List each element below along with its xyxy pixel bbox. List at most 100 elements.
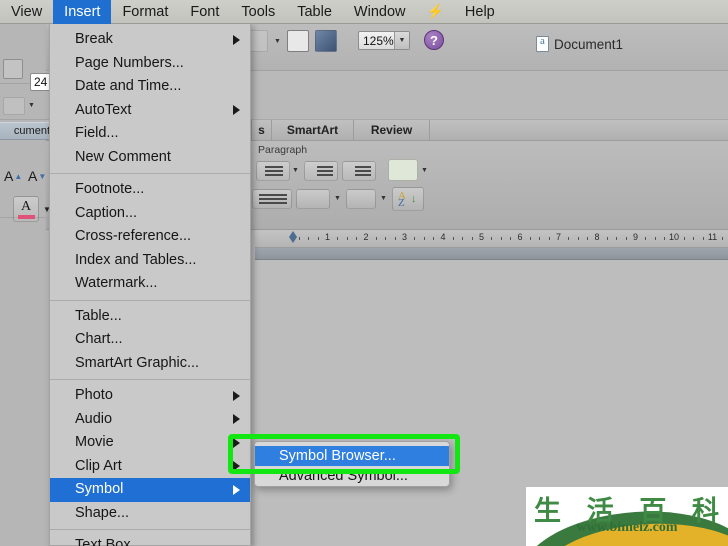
menu-item-index-and-tables[interactable]: Index and Tables...	[50, 249, 250, 273]
shrink-font-button[interactable]: A ▼	[28, 168, 46, 184]
zoom-level-value: 125%	[363, 33, 394, 48]
font-name-chevron-icon[interactable]: ▼	[28, 102, 35, 109]
numbered-list-chevron-icon[interactable]: ▼	[292, 167, 299, 174]
zoom-dropdown-arrow-icon[interactable]: ▼	[394, 32, 409, 49]
tab-smartart[interactable]: SmartArt	[272, 120, 354, 140]
submenu-arrow-icon	[233, 414, 240, 425]
font-name-box[interactable]	[3, 96, 25, 115]
menu-item-symbol[interactable]: Symbol	[50, 478, 250, 502]
menu-item-label: Audio	[75, 410, 113, 427]
ruler-tick	[452, 237, 454, 240]
insert-dropdown-menu[interactable]: Break Page Numbers... Date and Time... Auto…	[49, 23, 251, 546]
borders-button[interactable]	[346, 189, 376, 209]
submenu-arrow-icon	[233, 437, 240, 448]
toolbar-standard-group: ▼	[246, 30, 337, 52]
ruler-number: 2	[363, 232, 369, 242]
help-button[interactable]: ?	[424, 30, 444, 50]
menu-item-cross-reference[interactable]: Cross-reference...	[50, 225, 250, 249]
menu-item-page-numbers[interactable]: Page Numbers...	[50, 52, 250, 76]
text-highlight-button[interactable]: A	[13, 196, 39, 222]
table-tool-icon[interactable]	[286, 30, 309, 52]
ruler-tick	[298, 237, 300, 240]
sort-button[interactable]	[296, 189, 330, 209]
menu-item-break[interactable]: Break	[50, 28, 250, 52]
ruler-tick	[702, 237, 704, 240]
submenu-arrow-icon	[233, 34, 240, 45]
indent-marker[interactable]	[289, 230, 298, 247]
menu-item-field[interactable]: Field...	[50, 122, 250, 146]
media-browser-icon[interactable]	[314, 30, 337, 52]
ruler-secondary-bar	[255, 248, 728, 260]
submenu-arrow-icon	[233, 390, 240, 401]
menu-window[interactable]: Window	[343, 0, 417, 24]
symbol-submenu[interactable]: Symbol Browser... Advanced Symbol...	[254, 441, 450, 487]
ruler-tick	[375, 237, 377, 240]
horizontal-ruler[interactable]: 1 2 3 4 5 6 7 8 9 10 11	[255, 230, 728, 248]
menu-item-date-and-time[interactable]: Date and Time...	[50, 75, 250, 99]
menu-separator	[50, 173, 250, 174]
numbered-list-button[interactable]	[256, 161, 290, 181]
menu-table[interactable]: Table	[286, 0, 343, 24]
zoom-level-field[interactable]: 125% ▼	[358, 31, 410, 50]
decrease-indent-button[interactable]	[304, 161, 338, 181]
menu-item-footnote[interactable]: Footnote...	[50, 178, 250, 202]
sort-az-button[interactable]: A Z ↓	[392, 187, 424, 211]
menu-item-label: Page Numbers...	[75, 54, 184, 71]
chevron-down-icon[interactable]: ▼	[274, 38, 281, 45]
menu-font[interactable]: Font	[179, 0, 230, 24]
line-spacing-button[interactable]	[252, 189, 292, 209]
ruler-tick	[693, 237, 695, 240]
menu-item-table[interactable]: Table...	[50, 305, 250, 329]
menu-item-label: Symbol	[75, 481, 124, 497]
ruler-tick	[491, 237, 493, 240]
document-tab[interactable]: cument	[0, 122, 52, 140]
menu-item-new-comment[interactable]: New Comment	[50, 146, 250, 170]
sort-chevron-icon[interactable]: ▼	[334, 195, 341, 202]
menu-insert[interactable]: Insert	[53, 0, 112, 24]
columns-button[interactable]	[388, 159, 418, 181]
submenu-item-advanced-symbol[interactable]: Advanced Symbol...	[255, 466, 449, 486]
menu-view[interactable]: View	[0, 0, 53, 24]
menu-item-caption[interactable]: Caption...	[50, 202, 250, 226]
menu-tools[interactable]: Tools	[230, 0, 286, 24]
ruler-tick	[510, 237, 512, 240]
borders-chevron-icon[interactable]: ▼	[380, 195, 387, 202]
copy-icon[interactable]	[3, 58, 23, 79]
menu-item-text-box[interactable]: Text Box	[50, 534, 250, 546]
site-watermark: 生活百科 www.bimeiz.com	[526, 487, 728, 546]
ruler-tick	[317, 237, 319, 240]
menu-item-watermark[interactable]: Watermark...	[50, 272, 250, 296]
document-title-bar: Document1	[536, 35, 623, 52]
ruler-tick	[625, 237, 627, 240]
increase-indent-button[interactable]	[342, 161, 376, 181]
ruler-tick	[539, 237, 541, 240]
menu-item-autotext[interactable]: AutoText	[50, 99, 250, 123]
menu-item-clip-art[interactable]: Clip Art	[50, 455, 250, 479]
menu-item-label: Watermark...	[75, 275, 158, 291]
submenu-arrow-icon	[233, 484, 240, 495]
menu-help[interactable]: Help	[454, 0, 506, 24]
tab-tables[interactable]: s	[252, 120, 272, 140]
menu-format[interactable]: Format	[111, 0, 179, 24]
menu-item-shape[interactable]: Shape...	[50, 502, 250, 526]
menu-item-movie[interactable]: Movie	[50, 431, 250, 455]
menu-item-label: Shape...	[75, 504, 130, 521]
menu-item-photo[interactable]: Photo	[50, 384, 250, 408]
columns-chevron-icon[interactable]: ▼	[421, 167, 428, 174]
flash-icon[interactable]: ⚡	[416, 0, 453, 24]
tab-review[interactable]: Review	[354, 120, 430, 140]
menu-bar: View Insert Format Font Tools Table Wind…	[0, 0, 728, 24]
submenu-item-symbol-browser[interactable]: Symbol Browser...	[255, 446, 449, 466]
ruler-number: 5	[478, 232, 485, 242]
menu-item-smartart-graphic[interactable]: SmartArt Graphic...	[50, 352, 250, 376]
menu-item-label: Index and Tables...	[75, 251, 197, 268]
grow-font-button[interactable]: A ▲	[4, 168, 22, 184]
ruler-tick	[500, 237, 502, 240]
submenu-arrow-icon	[233, 105, 240, 116]
menu-item-label: New Comment	[75, 148, 171, 165]
ruler-tick	[433, 237, 435, 240]
menu-separator	[50, 379, 250, 380]
menu-item-audio[interactable]: Audio	[50, 408, 250, 432]
ruler-number: 8	[594, 232, 600, 242]
menu-item-chart[interactable]: Chart...	[50, 328, 250, 352]
